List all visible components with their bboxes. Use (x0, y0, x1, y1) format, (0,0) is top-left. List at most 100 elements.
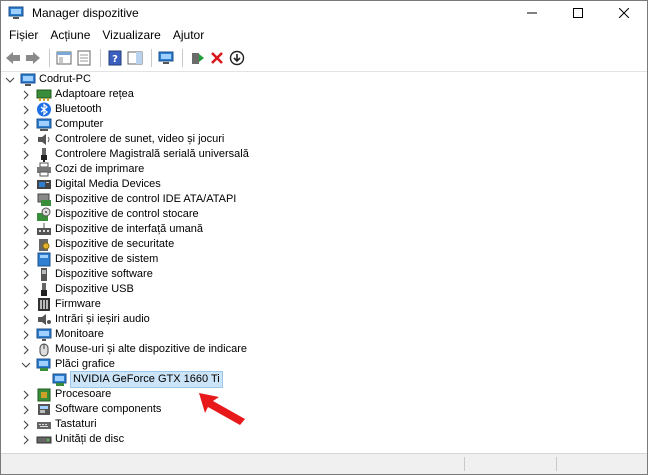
help-book-icon: ? (108, 50, 122, 66)
expand-toggle[interactable] (21, 222, 31, 237)
back-button[interactable] (4, 49, 22, 67)
disable-device-button[interactable] (228, 49, 246, 67)
update-driver-button[interactable] (188, 49, 206, 67)
title-bar[interactable]: Manager dispozitive (1, 1, 647, 25)
show-hide-console-tree-button[interactable] (55, 49, 73, 67)
minimize-icon (527, 12, 537, 14)
tree-category[interactable]: Dispozitive software (21, 267, 154, 282)
menu-view[interactable]: Vizualizare (96, 25, 166, 45)
tree-item-label: Adaptoare rețea (55, 88, 134, 100)
tree-category[interactable]: Intrări și ieșiri audio (21, 312, 151, 327)
keyboard-icon (37, 422, 51, 429)
properties-sheet-button[interactable] (75, 49, 93, 67)
tree-category[interactable]: Unități de disc (21, 432, 125, 447)
tree-category[interactable]: Digital Media Devices (21, 177, 162, 192)
expand-toggle[interactable] (21, 132, 31, 147)
tree-category[interactable]: Dispozitive de control stocare (21, 207, 200, 222)
expand-toggle[interactable] (21, 402, 31, 417)
tree-category[interactable]: Computer (21, 117, 104, 132)
chevron-right-icon (23, 165, 29, 174)
expand-toggle[interactable] (21, 282, 31, 297)
expand-toggle[interactable] (21, 177, 31, 192)
expand-toggle[interactable] (21, 192, 31, 207)
chevron-right-icon (23, 435, 29, 444)
tree-category[interactable]: Controlere Magistrală serială universală (21, 147, 250, 162)
expand-toggle[interactable] (21, 267, 31, 282)
tree-item-label: Monitoare (55, 328, 104, 340)
uninstall-device-button[interactable] (208, 49, 226, 67)
expand-toggle[interactable] (21, 102, 31, 117)
tree-item-label: Controlere Magistrală serială universală (55, 148, 249, 160)
tree-device[interactable]: NVIDIA GeForce GTX 1660 Ti (37, 371, 223, 388)
expand-toggle[interactable] (21, 237, 31, 252)
tree-item-icon (36, 132, 52, 147)
help-button[interactable]: ? (106, 49, 124, 67)
expand-toggle[interactable] (5, 72, 15, 87)
expand-toggle[interactable] (21, 147, 31, 162)
expand-toggle[interactable] (21, 207, 31, 222)
action-pane-button[interactable] (126, 49, 144, 67)
tree-category[interactable]: Dispozitive de securitate (21, 237, 175, 252)
tree-item-icon (36, 327, 52, 342)
expand-toggle[interactable] (21, 87, 31, 102)
tree-category[interactable]: Software components (21, 402, 162, 417)
menu-help[interactable]: Ajutor (167, 25, 210, 45)
expand-toggle[interactable] (21, 117, 31, 132)
root-computer-icon (20, 73, 36, 86)
tree-category[interactable]: Adaptoare rețea (21, 87, 135, 102)
tree-category[interactable]: Dispozitive de control IDE ATA/ATAPI (21, 192, 237, 207)
tree-category[interactable]: Tastaturi (21, 417, 98, 432)
expand-toggle[interactable] (21, 297, 31, 312)
tree-category[interactable]: Plăci grafice (21, 357, 116, 372)
tree-item-icon (52, 372, 68, 387)
device-tree[interactable]: Codrut-PC Adaptoare rețea Bluetooth Compute… (1, 72, 647, 454)
usb-device-icon (41, 283, 47, 296)
expand-toggle[interactable] (21, 432, 31, 447)
tree-item-label: Dispozitive de interfață umană (55, 223, 203, 235)
menu-file[interactable]: Fișier (3, 25, 44, 45)
software-component-icon (38, 404, 50, 415)
expand-toggle[interactable] (21, 312, 31, 327)
scan-hardware-button[interactable] (157, 49, 175, 67)
menu-action[interactable]: Acțiune (44, 25, 96, 45)
close-button[interactable] (601, 1, 647, 25)
expand-toggle[interactable] (21, 327, 31, 342)
maximize-button[interactable] (555, 1, 601, 25)
maximize-icon (573, 8, 583, 18)
window-title: Manager dispozitive (32, 6, 139, 20)
tree-item-label: Computer (55, 118, 104, 130)
tree-item-icon (36, 162, 52, 177)
tree-category[interactable]: Mouse-uri și alte dispozitive de indicar… (21, 342, 248, 357)
tree-category[interactable]: Procesoare (21, 387, 112, 402)
tree-category[interactable]: Dispozitive de sistem (21, 252, 159, 267)
tree-item-label: Intrări și ieșiri audio (55, 313, 150, 325)
expand-toggle[interactable] (21, 342, 31, 357)
tree-item-label: Bluetooth (55, 103, 102, 115)
minimize-button[interactable] (509, 1, 555, 25)
tree-category[interactable]: Bluetooth (21, 102, 102, 117)
tree-item-icon (36, 207, 52, 222)
forward-button[interactable] (24, 49, 42, 67)
expand-toggle[interactable] (21, 417, 31, 432)
ide-controller-icon (37, 193, 51, 206)
back-arrow-icon (6, 52, 20, 64)
software-device-icon (41, 268, 47, 281)
expand-toggle[interactable] (21, 162, 31, 177)
tree-item-icon (36, 237, 52, 252)
expand-toggle[interactable] (21, 252, 31, 267)
tree-category[interactable]: Dispozitive USB (21, 282, 135, 297)
tree-category[interactable]: Dispozitive de interfață umană (21, 222, 204, 237)
chevron-right-icon (23, 120, 29, 129)
tree-category[interactable]: Monitoare (21, 327, 105, 342)
expand-toggle[interactable] (21, 357, 31, 372)
tree-item-label: Procesoare (55, 388, 112, 400)
tree-root[interactable]: Codrut-PC (5, 72, 92, 87)
tree-category[interactable]: Cozi de imprimare (21, 162, 145, 177)
chevron-down-icon (21, 362, 31, 368)
tree-item-icon (36, 417, 52, 432)
chevron-down-icon (5, 77, 15, 83)
tree-item-label: NVIDIA GeForce GTX 1660 Ti (70, 371, 223, 388)
tree-category[interactable]: Firmware (21, 297, 102, 312)
expand-toggle[interactable] (21, 387, 31, 402)
tree-category[interactable]: Controlere de sunet, video și jocuri (21, 132, 225, 147)
